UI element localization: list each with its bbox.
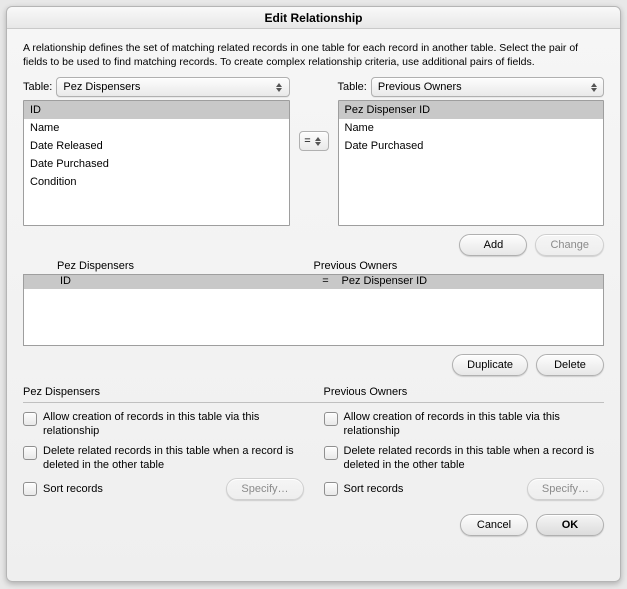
right-table-select-value: Previous Owners bbox=[378, 81, 462, 93]
description-text: A relationship defines the set of matchi… bbox=[23, 41, 604, 69]
list-item[interactable]: Name bbox=[24, 119, 289, 137]
left-sort-checkbox[interactable] bbox=[23, 482, 37, 496]
list-item[interactable]: Condition bbox=[24, 173, 289, 191]
list-item[interactable]: Date Purchased bbox=[339, 137, 604, 155]
duplicate-button[interactable]: Duplicate bbox=[452, 354, 528, 376]
pair-left-field: ID bbox=[24, 275, 314, 289]
right-delete-related-checkbox[interactable] bbox=[324, 446, 338, 460]
updown-icon bbox=[273, 80, 286, 94]
pair-right-field: Pez Dispenser ID bbox=[338, 275, 604, 289]
left-delete-related-checkbox[interactable] bbox=[23, 446, 37, 460]
right-delete-related-label: Delete related records in this table whe… bbox=[344, 445, 605, 473]
left-delete-related-label: Delete related records in this table whe… bbox=[43, 445, 304, 473]
right-allow-create-label: Allow creation of records in this table … bbox=[344, 411, 605, 439]
pair-right-heading: Previous Owners bbox=[314, 260, 601, 272]
cancel-button[interactable]: Cancel bbox=[460, 514, 528, 536]
right-specify-button[interactable]: Specify… bbox=[527, 478, 604, 500]
right-allow-create-checkbox[interactable] bbox=[324, 412, 338, 426]
window-title: Edit Relationship bbox=[7, 7, 620, 29]
left-fields-list[interactable]: IDNameDate ReleasedDate PurchasedConditi… bbox=[23, 100, 290, 226]
right-table-label: Table: bbox=[338, 81, 367, 93]
list-item[interactable]: ID bbox=[24, 101, 289, 119]
left-sort-label: Sort records bbox=[43, 483, 220, 495]
right-sort-label: Sort records bbox=[344, 483, 521, 495]
operator-select[interactable]: = bbox=[299, 131, 329, 151]
updown-icon bbox=[587, 80, 600, 94]
change-button[interactable]: Change bbox=[535, 234, 604, 256]
pair-operator: = bbox=[314, 275, 338, 289]
updown-icon bbox=[313, 134, 323, 148]
pair-left-heading: Pez Dispensers bbox=[27, 260, 314, 272]
add-button[interactable]: Add bbox=[459, 234, 527, 256]
pair-list[interactable]: ID=Pez Dispenser ID bbox=[23, 274, 604, 346]
delete-button[interactable]: Delete bbox=[536, 354, 604, 376]
left-table-select[interactable]: Pez Dispensers bbox=[56, 77, 289, 97]
edit-relationship-dialog: Edit Relationship A relationship defines… bbox=[6, 6, 621, 582]
left-options-heading: Pez Dispensers bbox=[23, 386, 304, 398]
ok-button[interactable]: OK bbox=[536, 514, 604, 536]
left-allow-create-checkbox[interactable] bbox=[23, 412, 37, 426]
operator-value: = bbox=[304, 135, 310, 147]
right-fields-list[interactable]: Pez Dispenser IDNameDate Purchased bbox=[338, 100, 605, 226]
right-sort-checkbox[interactable] bbox=[324, 482, 338, 496]
divider bbox=[23, 402, 604, 403]
list-item[interactable]: Pez Dispenser ID bbox=[339, 101, 604, 119]
pair-row[interactable]: ID=Pez Dispenser ID bbox=[24, 275, 603, 289]
left-specify-button[interactable]: Specify… bbox=[226, 478, 303, 500]
list-item[interactable]: Name bbox=[339, 119, 604, 137]
list-item[interactable]: Date Purchased bbox=[24, 155, 289, 173]
right-table-select[interactable]: Previous Owners bbox=[371, 77, 604, 97]
list-item[interactable]: Date Released bbox=[24, 137, 289, 155]
left-allow-create-label: Allow creation of records in this table … bbox=[43, 411, 304, 439]
left-table-label: Table: bbox=[23, 81, 52, 93]
left-table-select-value: Pez Dispensers bbox=[63, 81, 140, 93]
right-options-heading: Previous Owners bbox=[324, 386, 605, 398]
